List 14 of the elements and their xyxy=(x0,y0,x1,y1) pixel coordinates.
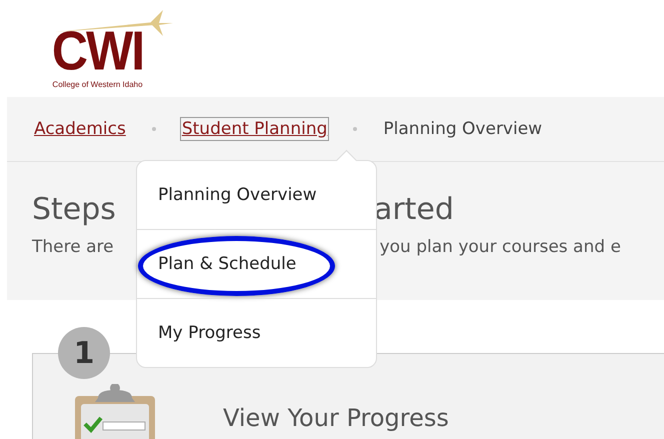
breadcrumb-current: Planning Overview xyxy=(382,118,544,141)
page-heading: arted xyxy=(374,192,454,227)
menu-item[interactable]: Plan & Schedule xyxy=(137,229,376,298)
logo: CWI xyxy=(52,24,144,78)
intro-text: There are xyxy=(32,237,114,257)
step-title[interactable]: View Your Progress xyxy=(223,404,449,432)
breadcrumb-link[interactable]: Academics xyxy=(32,117,128,141)
page-heading: Steps xyxy=(32,192,116,227)
breadcrumb-link[interactable]: Student Planning xyxy=(180,117,330,141)
logo-tagline: College of Western Idaho xyxy=(52,80,143,89)
step-number: 1 xyxy=(58,327,110,379)
menu-item[interactable]: Planning Overview xyxy=(137,161,376,229)
intro-text: you plan your courses and e xyxy=(380,237,621,257)
menu-item[interactable]: My Progress xyxy=(137,298,376,367)
